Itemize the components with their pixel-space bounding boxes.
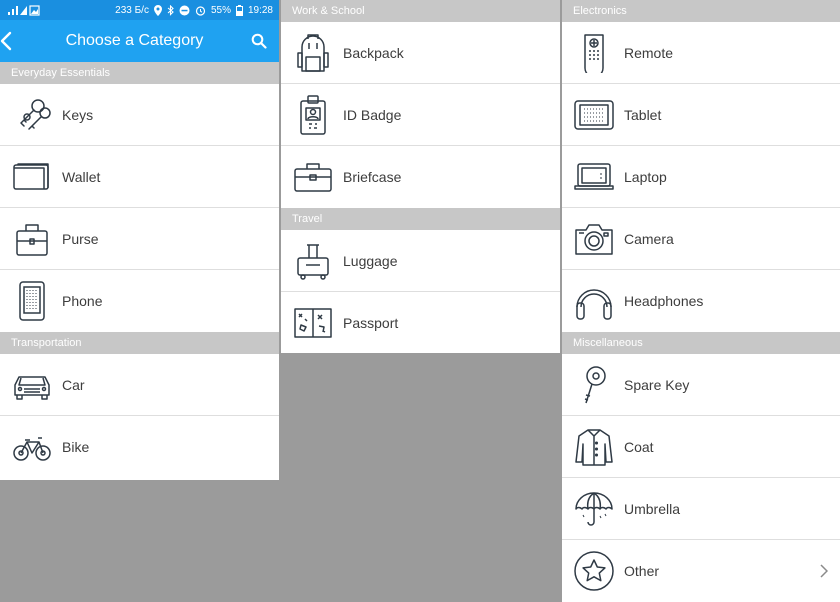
- section-header: Transportation: [0, 332, 279, 354]
- status-bar: 233 Б/с 55% 19:28: [0, 0, 279, 20]
- search-icon: [251, 33, 267, 49]
- location-icon: [153, 4, 162, 16]
- category-item-coat[interactable]: Coat: [562, 416, 840, 478]
- category-item-briefcase[interactable]: Briefcase: [281, 146, 560, 208]
- category-label: Coat: [624, 438, 654, 455]
- spare-key-icon: [574, 365, 614, 405]
- battery-percent: 55%: [210, 4, 231, 16]
- bike-icon: [12, 427, 52, 467]
- network-speed: 233 Б/с: [115, 4, 149, 16]
- section-header: Travel: [281, 208, 560, 230]
- chevron-right-icon: [820, 564, 828, 578]
- category-item-id-badge[interactable]: ID Badge: [281, 84, 560, 146]
- back-button[interactable]: [0, 31, 30, 51]
- section-header: Everyday Essentials: [0, 62, 279, 84]
- laptop-icon: [574, 157, 614, 197]
- phone-icon: [12, 281, 52, 321]
- passport-icon: [293, 303, 333, 343]
- purse-icon: [12, 219, 52, 259]
- category-item-laptop[interactable]: Laptop: [562, 146, 840, 208]
- umbrella-icon: [574, 489, 614, 529]
- category-label: Umbrella: [624, 500, 681, 517]
- category-label: Keys: [62, 106, 94, 123]
- do-not-disturb-icon: [179, 5, 190, 15]
- category-label: Briefcase: [343, 169, 402, 185]
- camera-icon: [574, 219, 614, 259]
- luggage-icon: [293, 241, 333, 281]
- category-panel-left: 233 Б/с 55% 19:28 Choose a Category Ever…: [0, 0, 279, 480]
- section-header: Work & School: [281, 0, 560, 22]
- category-label: Car: [62, 376, 85, 393]
- category-item-purse[interactable]: Purse: [0, 208, 279, 270]
- signal-icon: [8, 5, 40, 16]
- category-item-passport[interactable]: Passport: [281, 292, 560, 354]
- section-header: Electronics: [562, 0, 840, 22]
- category-list: Car Bike: [0, 354, 279, 478]
- category-item-remote[interactable]: Remote: [562, 22, 840, 84]
- category-label: Laptop: [624, 168, 667, 185]
- category-label: Luggage: [343, 252, 398, 269]
- clock: 19:28: [247, 4, 273, 16]
- keys-icon: [12, 95, 52, 135]
- category-list: Keys Wallet Purse Phone: [0, 84, 279, 332]
- category-item-other[interactable]: Other: [562, 540, 840, 602]
- coat-icon: [574, 427, 614, 467]
- category-panel-right: Electronics Remote Tablet Laptop Camera …: [562, 0, 840, 602]
- star-icon: [574, 551, 614, 591]
- category-item-wallet[interactable]: Wallet: [0, 146, 279, 208]
- category-item-car[interactable]: Car: [0, 354, 279, 416]
- category-panel-middle: Work & School Backpack ID Badge Briefcas…: [281, 0, 560, 353]
- category-label: Passport: [343, 315, 399, 331]
- category-label: Bike: [62, 439, 90, 455]
- wallet-icon: [12, 157, 52, 197]
- category-item-spare-key[interactable]: Spare Key: [562, 354, 840, 416]
- battery-icon: [235, 4, 243, 16]
- category-item-keys[interactable]: Keys: [0, 84, 279, 146]
- category-label: Purse: [62, 230, 99, 247]
- briefcase-icon: [293, 157, 333, 197]
- back-arrow-icon: [0, 31, 12, 51]
- category-label: Other: [624, 563, 660, 579]
- category-label: Wallet: [62, 168, 101, 185]
- alarm-icon: [195, 5, 206, 16]
- backpack-icon: [293, 33, 333, 73]
- tablet-icon: [574, 95, 614, 135]
- category-item-backpack[interactable]: Backpack: [281, 22, 560, 84]
- page-title: Choose a Category: [65, 32, 204, 49]
- search-button[interactable]: [239, 33, 279, 49]
- app-bar: Choose a Category: [0, 20, 279, 62]
- category-label: Tablet: [624, 106, 662, 123]
- category-label: Headphones: [624, 293, 704, 309]
- category-label: Spare Key: [624, 376, 690, 393]
- headphones-icon: [574, 281, 614, 321]
- category-list: Luggage Passport: [281, 230, 560, 354]
- category-label: Remote: [624, 44, 674, 61]
- category-list: Remote Tablet Laptop Camera Headphones: [562, 22, 840, 332]
- category-item-phone[interactable]: Phone: [0, 270, 279, 332]
- category-item-umbrella[interactable]: Umbrella: [562, 478, 840, 540]
- remote-icon: [574, 33, 614, 73]
- category-item-tablet[interactable]: Tablet: [562, 84, 840, 146]
- category-item-bike[interactable]: Bike: [0, 416, 279, 478]
- category-item-luggage[interactable]: Luggage: [281, 230, 560, 292]
- category-list: Backpack ID Badge Briefcase: [281, 22, 560, 208]
- category-item-camera[interactable]: Camera: [562, 208, 840, 270]
- category-label: ID Badge: [343, 106, 402, 123]
- id-badge-icon: [293, 94, 333, 135]
- category-label: Camera: [624, 230, 674, 247]
- category-item-headphones[interactable]: Headphones: [562, 270, 840, 332]
- bluetooth-icon: [167, 4, 174, 16]
- category-label: Backpack: [343, 44, 404, 61]
- section-header: Miscellaneous: [562, 332, 840, 354]
- category-list: Spare Key Coat Umbrella Other: [562, 354, 840, 602]
- category-label: Phone: [62, 293, 103, 309]
- car-icon: [12, 365, 52, 405]
